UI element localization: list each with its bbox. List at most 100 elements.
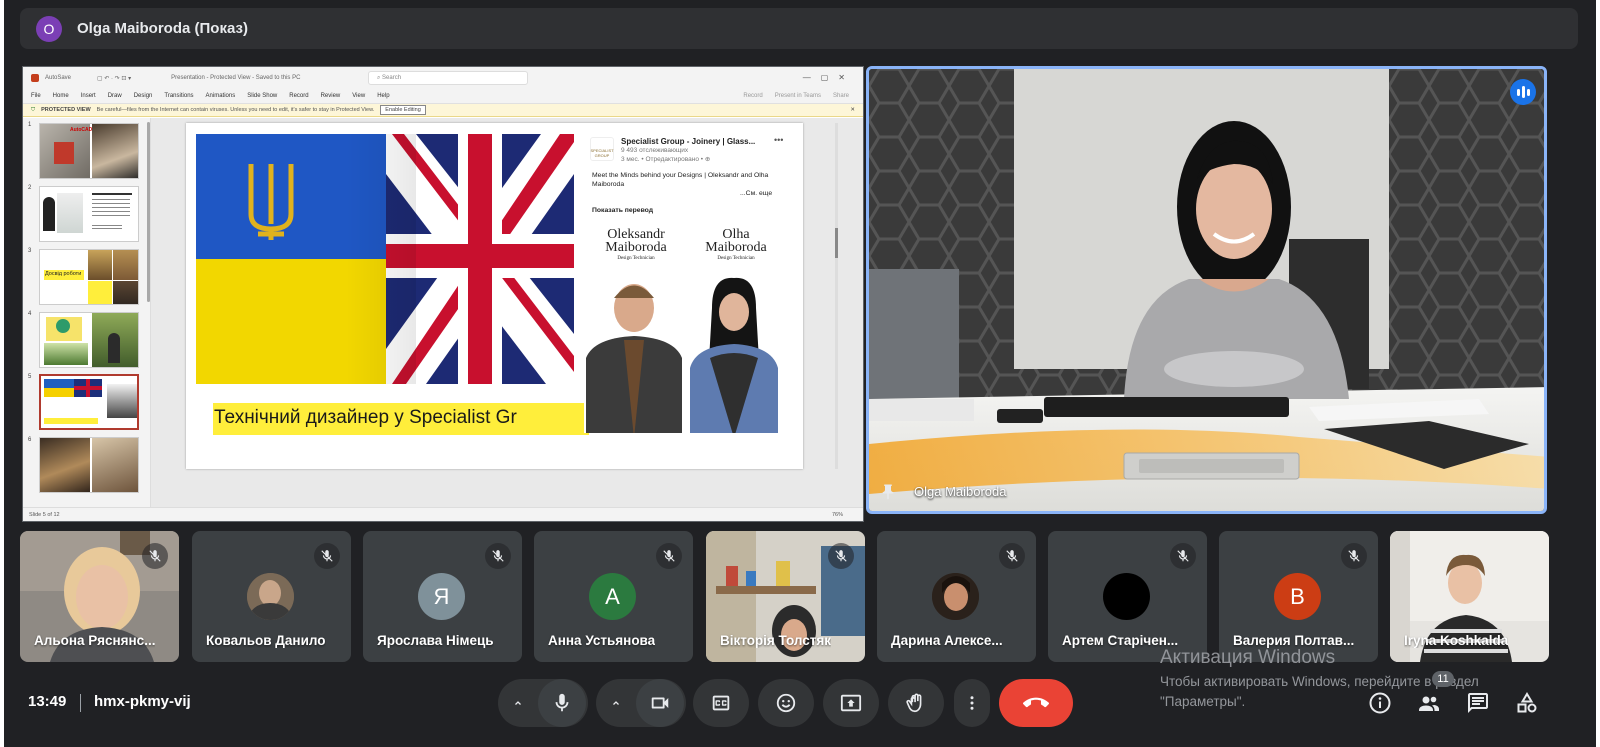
ppt-menu-item: Help	[377, 93, 390, 99]
participant-tile[interactable]: Я Ярослава Німець	[363, 531, 522, 662]
thumbnails-scrollbar	[147, 122, 150, 302]
thumb-caption: AutoCAD	[70, 127, 93, 133]
ppt-search: ⌕ Search	[368, 71, 528, 85]
participant-avatar	[247, 573, 294, 620]
mic-off-icon	[999, 543, 1025, 569]
participant-avatar: B	[1274, 573, 1321, 620]
ppt-menu-item: Design	[133, 93, 153, 99]
closed-captions-icon	[712, 695, 730, 711]
captions-button[interactable]	[693, 679, 749, 727]
ppt-menu: File Home Insert Draw Design Transitions…	[23, 89, 863, 104]
participant-tile[interactable]: Ковальов Данило	[192, 531, 351, 662]
linkedin-post-image: SPECIALIST GROUP Specialist Group - Join…	[584, 133, 789, 433]
participant-tile[interactable]: A Анна Устьянова	[534, 531, 693, 662]
ppt-share: Share	[832, 93, 849, 99]
li-translate: Показать перевод	[592, 207, 654, 214]
meeting-clock: 13:49	[28, 693, 67, 710]
chevron-up-icon	[515, 701, 521, 705]
raise-hand-button[interactable]	[888, 679, 944, 727]
flags-image	[196, 134, 574, 384]
participant-tile[interactable]: Iryna Koshkalda	[1390, 531, 1549, 662]
slide-canvas: Технічний дизайнер у Specialist Gr SPECI…	[186, 123, 803, 469]
window-edge-right	[1596, 0, 1600, 747]
ppt-menu-item: Transitions	[164, 93, 194, 99]
participant-tile[interactable]: Альона Ряснянс...	[20, 531, 179, 662]
chat-icon	[1468, 693, 1488, 713]
person2-role: Design Technician	[717, 256, 755, 261]
person2-last: Maiboroda	[705, 240, 767, 255]
call-end-icon	[1023, 697, 1049, 708]
li-see-more: ...См. еще	[740, 190, 773, 197]
li-company-name: Specialist Group - Joinery | Glass...	[621, 137, 756, 146]
meeting-details-button[interactable]	[1367, 690, 1393, 716]
main-speaker-tile[interactable]: Olga Maiboroda	[866, 66, 1547, 514]
more-icon: •••	[774, 135, 784, 145]
participant-name: Дарина Алексе...	[891, 633, 1003, 648]
main-speaker-name: Olga Maiboroda	[914, 484, 1007, 499]
participant-avatar	[1103, 573, 1150, 620]
camera-control-group	[596, 679, 686, 727]
speaking-indicator-icon	[1510, 79, 1536, 105]
participant-avatar: Я	[418, 573, 465, 620]
ppt-present-teams: Present in Teams	[774, 93, 821, 99]
slide-title: Технічний дизайнер у Specialist Gr	[214, 407, 517, 428]
person1-last: Maiboroda	[605, 240, 667, 255]
shield-icon: ⛉	[31, 106, 36, 113]
ppt-filename: Presentation - Protected View - Saved to…	[171, 75, 301, 81]
thumb-caption: Досвід роботи	[45, 271, 82, 277]
pin-icon[interactable]	[879, 483, 897, 501]
info-icon	[1369, 692, 1391, 714]
slide-scrollbar-thumb	[835, 228, 838, 258]
ppt-window-controls-icon: —▢✕	[802, 73, 855, 82]
chevron-up-icon	[613, 701, 619, 705]
protected-view-label: PROTECTED VIEW	[41, 107, 91, 113]
slide-thumbnail	[39, 186, 139, 242]
close-icon: ✕	[850, 107, 855, 113]
participant-tile[interactable]: Дарина Алексе...	[877, 531, 1036, 662]
people-photo	[586, 277, 778, 433]
mic-control-group	[498, 679, 588, 727]
people-button[interactable]	[1416, 690, 1442, 716]
slide-thumbnail-active	[39, 374, 139, 430]
company-logo: SPECIALIST GROUP	[590, 137, 614, 161]
screen-share-tile[interactable]: AutoSave ▢ ↶ · ↷ ⊡ ▾ Presentation - Prot…	[22, 66, 864, 522]
mic-off-icon	[485, 543, 511, 569]
present-screen-button[interactable]	[823, 679, 879, 727]
video-options-button[interactable]	[596, 679, 636, 727]
ppt-search-placeholder: Search	[382, 75, 402, 81]
li-post-text: Meet the Minds behind your Designs | Ole…	[592, 172, 769, 188]
more-options-button[interactable]	[954, 679, 990, 727]
participant-name: Ярослава Німець	[377, 633, 494, 648]
leave-call-button[interactable]	[999, 679, 1073, 727]
li-person-1: Oleksandr Maiboroda Design Technician	[586, 228, 686, 262]
mic-button[interactable]	[538, 679, 586, 727]
ppt-menu-item: View	[352, 93, 366, 99]
mic-off-icon	[1170, 543, 1196, 569]
powerpoint-icon	[31, 74, 39, 82]
participant-avatar: A	[589, 573, 636, 620]
zoom-level: 76%	[831, 511, 843, 518]
participant-tile[interactable]: Вікторія Толстяк	[706, 531, 865, 662]
camera-button[interactable]	[636, 679, 684, 727]
thumb-number: 3	[28, 248, 32, 254]
participant-tile[interactable]: Артем Старічен...	[1048, 531, 1207, 662]
ppt-menu-item: Animations	[205, 93, 236, 99]
ppt-menu-item: Home	[52, 93, 69, 99]
participant-count-badge: 11	[1432, 671, 1454, 687]
slide-scrollbar	[835, 123, 838, 469]
ppt-menu-item: Slide Show	[247, 93, 278, 99]
audio-options-button[interactable]	[498, 679, 538, 727]
participant-tile[interactable]: B Валерия Полтав...	[1219, 531, 1378, 662]
participant-name: Артем Старічен...	[1062, 633, 1179, 648]
windows-activation-title: Активация Windows	[1160, 647, 1336, 668]
li-followers: 9 493 отслеживающих	[621, 147, 689, 154]
activities-button[interactable]	[1514, 690, 1540, 716]
reactions-button[interactable]	[758, 679, 814, 727]
slide-thumbnail	[39, 312, 139, 368]
participant-name: Вікторія Толстяк	[720, 633, 832, 648]
ppt-autosave: AutoSave	[45, 75, 72, 81]
chat-button[interactable]	[1465, 690, 1491, 716]
participant-name: Анна Устьянова	[548, 633, 656, 648]
more-vert-icon	[970, 696, 974, 710]
li-meta: 3 мес. • Отредактировано • ⊕	[621, 156, 711, 163]
